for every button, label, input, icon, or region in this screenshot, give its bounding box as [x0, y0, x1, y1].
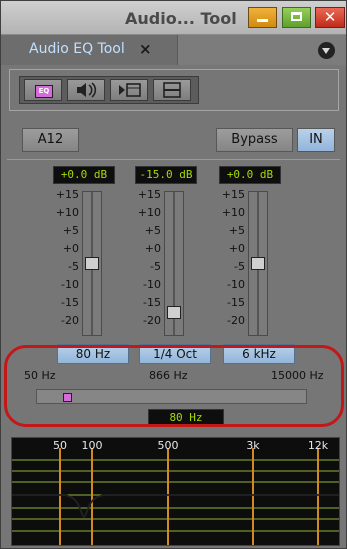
hpf-slider-knob[interactable]	[63, 393, 72, 402]
scale-label: +15	[55, 188, 79, 201]
tab-row: Audio EQ Tool ×	[1, 35, 346, 65]
gain-slider-knob[interactable]	[167, 306, 181, 319]
scale-label: +5	[62, 224, 79, 237]
scale-label: +10	[221, 206, 245, 219]
scale-label: +0	[62, 242, 79, 255]
band-low: +0.0 dB +15 +10 +5 +0 -5 -10 -15 -20 80 …	[53, 160, 143, 364]
band-high: +0.0 dB +15 +10 +5 +0 -5 -10 -15 -20 6 k…	[219, 160, 309, 364]
minimize-icon	[257, 19, 268, 22]
gain-slider-knob[interactable]	[85, 257, 99, 270]
toolbar: EQ	[9, 69, 339, 111]
minimize-button[interactable]	[248, 7, 277, 28]
gain-slider-knob[interactable]	[251, 257, 265, 270]
scale-label: -20	[61, 314, 79, 327]
scale-label: -15	[143, 296, 161, 309]
graph-freq-label: 12k	[308, 439, 329, 452]
hpf-min-label: 50 Hz	[24, 369, 56, 382]
audio-tool-window: Audio... Tool ✕ Audio EQ Tool × EQ A12 B…	[0, 0, 347, 549]
split-view-button[interactable]	[153, 79, 191, 101]
in-button[interactable]: IN	[297, 128, 335, 152]
track-selector-button[interactable]: A12	[22, 128, 79, 152]
band-gain-readout: +0.0 dB	[53, 166, 115, 184]
graph-freq-label: 100	[82, 439, 103, 452]
eq-response-plot: 50 100 500 3k 12k	[12, 439, 339, 545]
audio-swap-button[interactable]	[67, 79, 105, 101]
scale-label: +15	[221, 188, 245, 201]
graph-freq-label: 500	[158, 439, 179, 452]
eq-bands-panel: +0.0 dB +15 +10 +5 +0 -5 -10 -15 -20 80 …	[7, 159, 340, 364]
graph-freq-label: 50	[53, 439, 67, 452]
scale-label: -15	[61, 296, 79, 309]
play-frame-icon	[119, 83, 141, 97]
band-gain-readout: -15.0 dB	[135, 166, 197, 184]
scale-label: -20	[143, 314, 161, 327]
tab-label: Audio EQ Tool	[29, 41, 125, 57]
hpf-max-label: 15000 Hz	[271, 369, 324, 382]
tab-audio-eq-tool[interactable]: Audio EQ Tool ×	[1, 35, 178, 65]
scale-label: +0	[228, 242, 245, 255]
scale-label: +10	[55, 206, 79, 219]
audio-swap-icon	[77, 82, 97, 98]
hpf-mid-label: 866 Hz	[149, 369, 188, 382]
graph-freq-label: 3k	[246, 439, 260, 452]
split-icon	[163, 82, 181, 98]
scale-label: +0	[144, 242, 161, 255]
gain-slider-track[interactable]	[248, 191, 268, 336]
eq-response-graph: 50 100 500 3k 12k	[11, 437, 340, 546]
eq-icon: EQ	[35, 85, 53, 98]
band-gain-readout: +0.0 dB	[219, 166, 281, 184]
title-bar[interactable]: Audio... Tool ✕	[1, 1, 346, 35]
scale-label: -15	[227, 296, 245, 309]
toolbar-group: EQ	[19, 76, 199, 104]
band-mid: -15.0 dB +15 +10 +5 +0 -5 -10 -15 -20 1/…	[135, 160, 225, 364]
hpf-frequency-readout: 80 Hz	[148, 409, 224, 427]
scale-label: -5	[68, 260, 79, 273]
maximize-button[interactable]	[282, 7, 311, 28]
maximize-icon	[291, 11, 302, 21]
gain-slider-track[interactable]	[164, 191, 184, 336]
eq-mode-button[interactable]: EQ	[24, 79, 62, 101]
gain-scale: +15 +10 +5 +0 -5 -10 -15 -20	[135, 189, 161, 339]
scale-label: -10	[61, 278, 79, 291]
gain-scale: +15 +10 +5 +0 -5 -10 -15 -20	[53, 189, 79, 339]
highpass-filter-section: 50 Hz 866 Hz 15000 Hz 80 Hz	[1, 361, 346, 431]
close-button[interactable]: ✕	[315, 7, 345, 28]
scale-label: -10	[227, 278, 245, 291]
scale-label: +15	[137, 188, 161, 201]
eq-response-curve	[12, 494, 339, 518]
scale-label: -20	[227, 314, 245, 327]
bypass-button[interactable]: Bypass	[216, 128, 293, 152]
scale-label: +10	[137, 206, 161, 219]
scale-label: -5	[150, 260, 161, 273]
tab-close-button[interactable]: ×	[139, 40, 152, 58]
scale-label: +5	[144, 224, 161, 237]
gain-scale: +15 +10 +5 +0 -5 -10 -15 -20	[219, 189, 245, 339]
gain-slider-track[interactable]	[82, 191, 102, 336]
close-icon: ✕	[323, 8, 337, 26]
control-row: A12 Bypass IN	[1, 122, 346, 158]
play-frame-button[interactable]	[110, 79, 148, 101]
window-title: Audio... Tool	[125, 9, 237, 28]
scale-label: -10	[143, 278, 161, 291]
scale-label: +5	[228, 224, 245, 237]
scale-label: -5	[234, 260, 245, 273]
hpf-slider-track[interactable]	[36, 389, 307, 404]
panel-menu-button[interactable]	[318, 42, 335, 59]
